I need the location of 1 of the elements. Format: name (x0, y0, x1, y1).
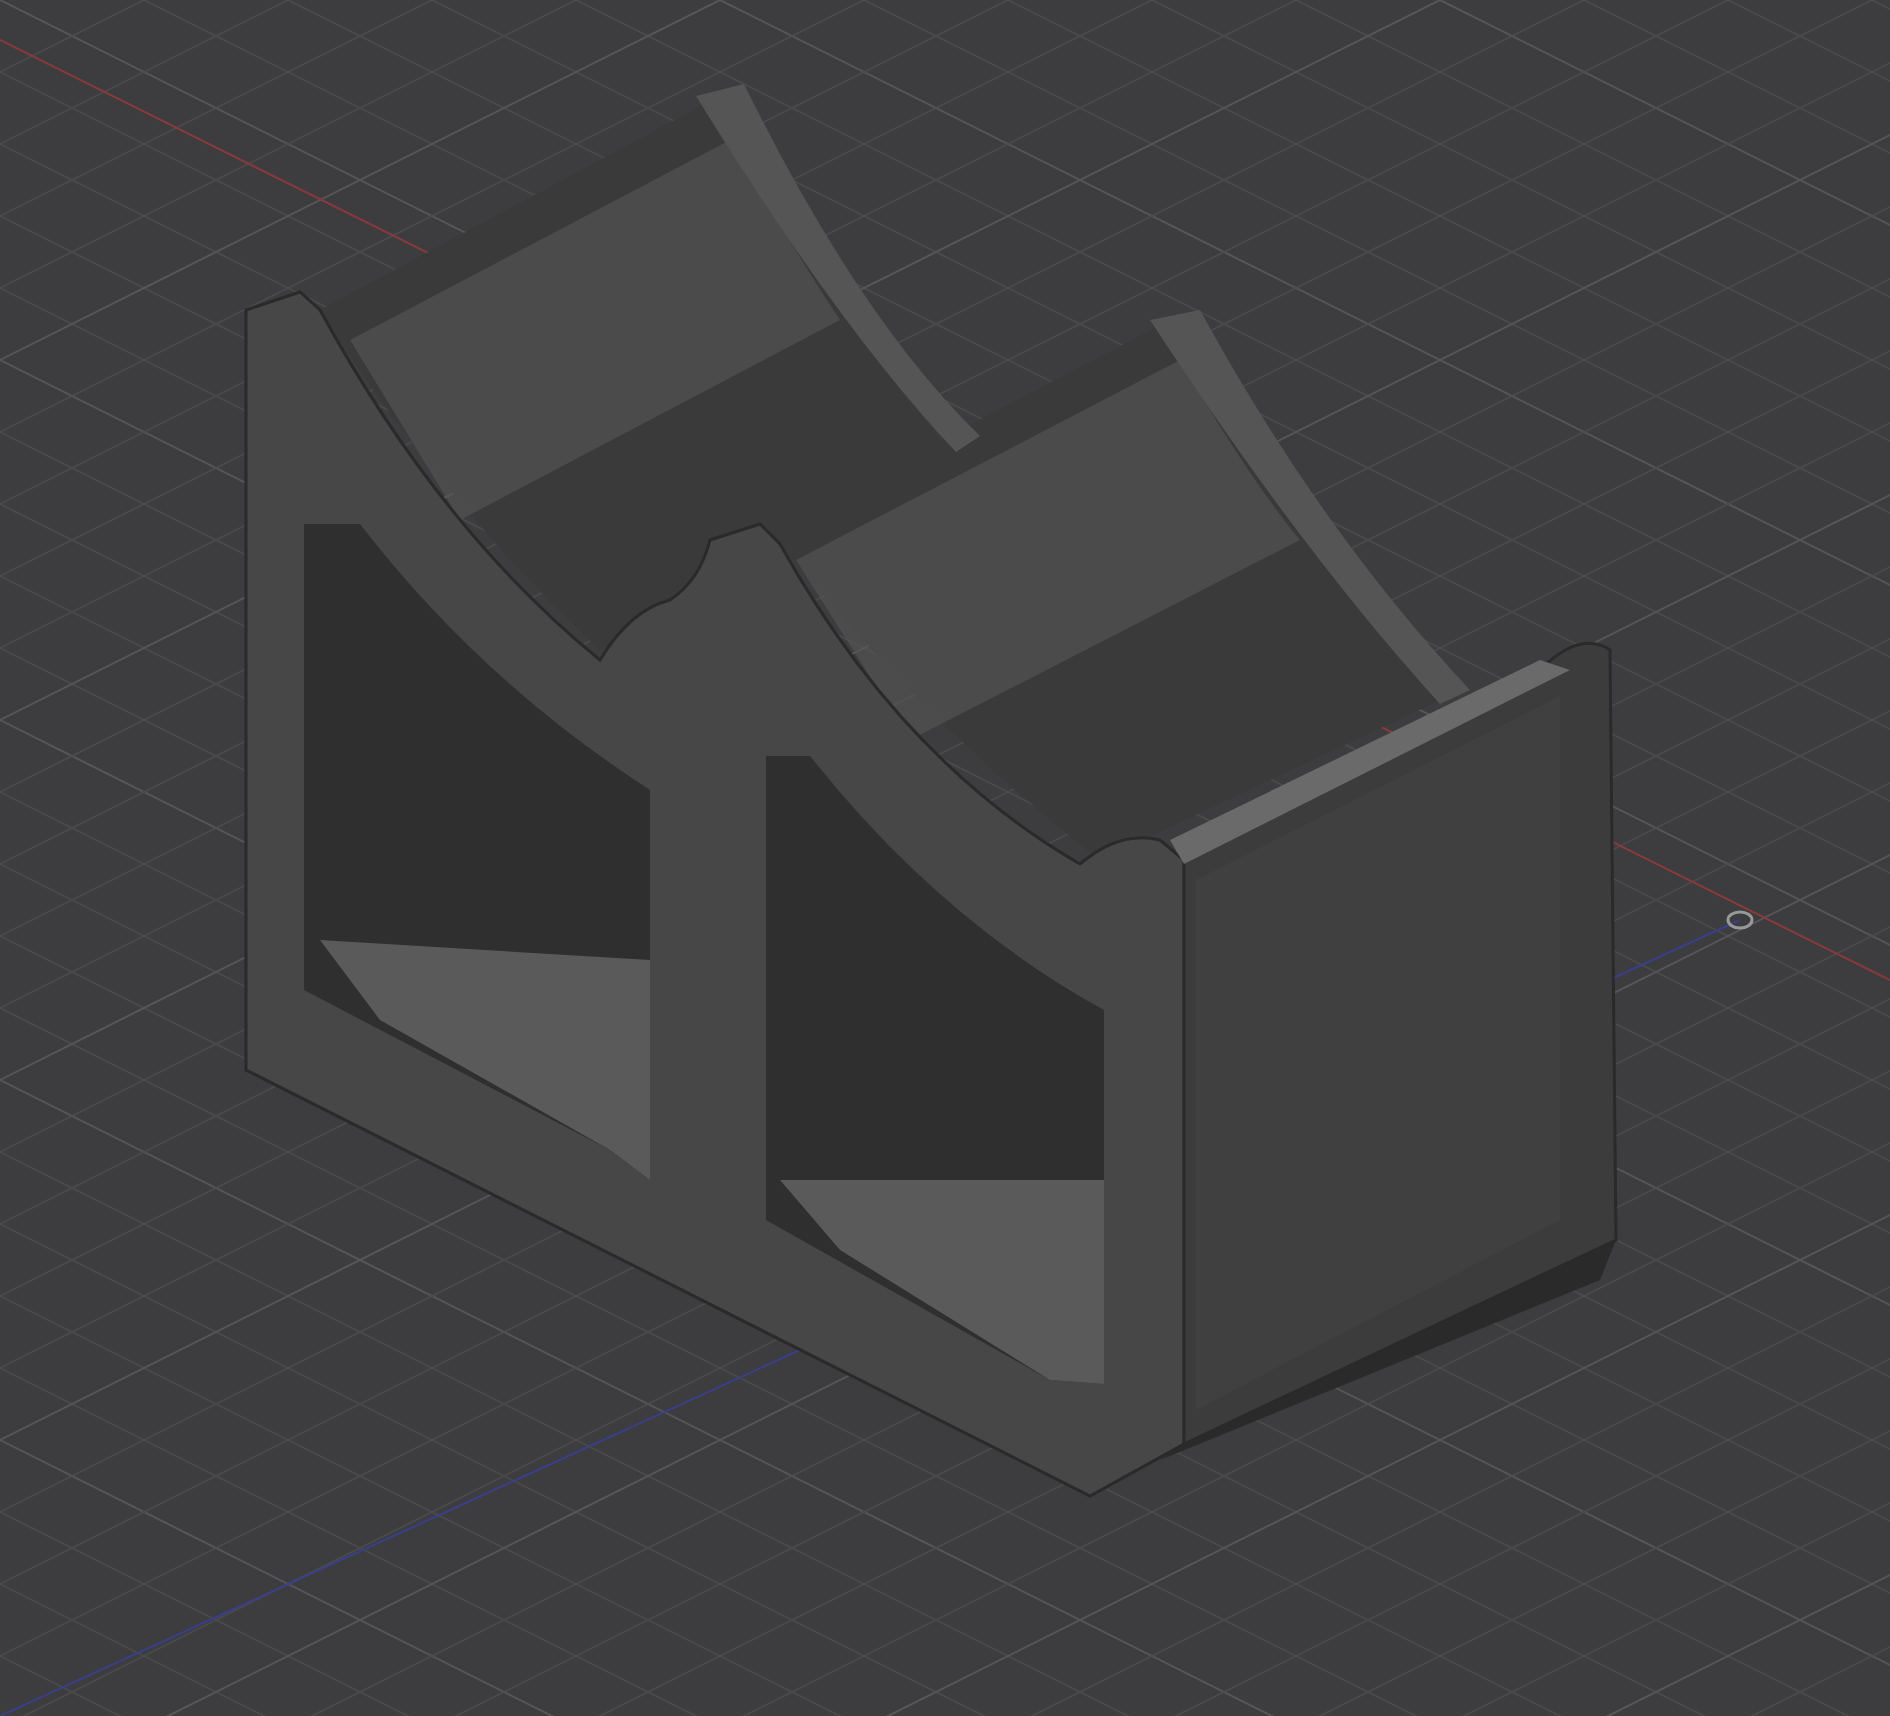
origin-icon (1726, 910, 1754, 930)
